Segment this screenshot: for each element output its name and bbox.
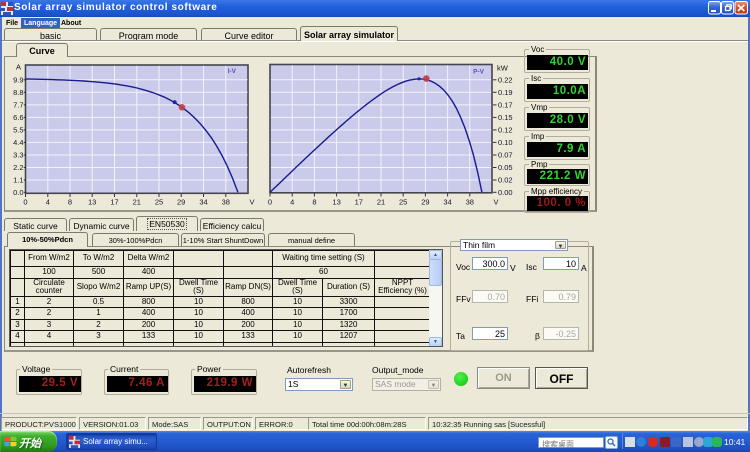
svg-text:0.12: 0.12 xyxy=(498,126,513,135)
svg-text:kW: kW xyxy=(497,64,509,73)
svg-text:13: 13 xyxy=(332,198,340,207)
svg-text:6.6: 6.6 xyxy=(13,113,23,122)
svg-text:4.4: 4.4 xyxy=(13,138,23,147)
svg-text:0.10: 0.10 xyxy=(498,138,513,147)
svg-text:34: 34 xyxy=(199,198,207,207)
svg-text:0.02: 0.02 xyxy=(498,176,513,185)
svg-text:0.0: 0.0 xyxy=(13,188,23,197)
svg-text:5.5: 5.5 xyxy=(13,126,23,135)
svg-text:A: A xyxy=(16,63,21,72)
svg-text:8: 8 xyxy=(312,198,316,207)
svg-text:29: 29 xyxy=(421,198,429,207)
svg-text:8: 8 xyxy=(68,198,72,207)
svg-text:P-V: P-V xyxy=(473,69,485,76)
svg-text:21: 21 xyxy=(133,198,141,207)
svg-text:38: 38 xyxy=(222,198,230,207)
svg-text:3.3: 3.3 xyxy=(13,151,23,160)
svg-text:0.05: 0.05 xyxy=(498,163,513,172)
svg-text:0.07: 0.07 xyxy=(498,151,513,160)
svg-text:25: 25 xyxy=(155,198,163,207)
svg-text:1.1: 1.1 xyxy=(13,176,23,185)
svg-text:V: V xyxy=(249,198,254,207)
svg-text:34: 34 xyxy=(443,198,451,207)
svg-text:17: 17 xyxy=(355,198,363,207)
svg-text:17: 17 xyxy=(110,198,118,207)
svg-text:29: 29 xyxy=(177,198,185,207)
svg-text:0.19: 0.19 xyxy=(498,88,513,97)
svg-text:21: 21 xyxy=(377,198,385,207)
svg-text:V: V xyxy=(493,198,498,207)
svg-text:0: 0 xyxy=(23,198,27,207)
svg-text:I-V: I-V xyxy=(228,68,237,75)
svg-text:0.15: 0.15 xyxy=(498,113,513,122)
svg-text:0.17: 0.17 xyxy=(498,101,513,110)
svg-text:0.22: 0.22 xyxy=(498,76,513,85)
svg-text:25: 25 xyxy=(399,198,407,207)
svg-text:13: 13 xyxy=(88,198,96,207)
svg-text:38: 38 xyxy=(466,198,474,207)
svg-text:4: 4 xyxy=(46,198,50,207)
svg-text:0: 0 xyxy=(268,198,272,207)
svg-text:4: 4 xyxy=(290,198,294,207)
svg-text:0.00: 0.00 xyxy=(498,188,513,197)
svg-text:7.7: 7.7 xyxy=(13,101,23,110)
svg-text:9.9: 9.9 xyxy=(13,76,23,85)
svg-text:2.2: 2.2 xyxy=(13,163,23,172)
svg-text:8.8: 8.8 xyxy=(13,88,23,97)
